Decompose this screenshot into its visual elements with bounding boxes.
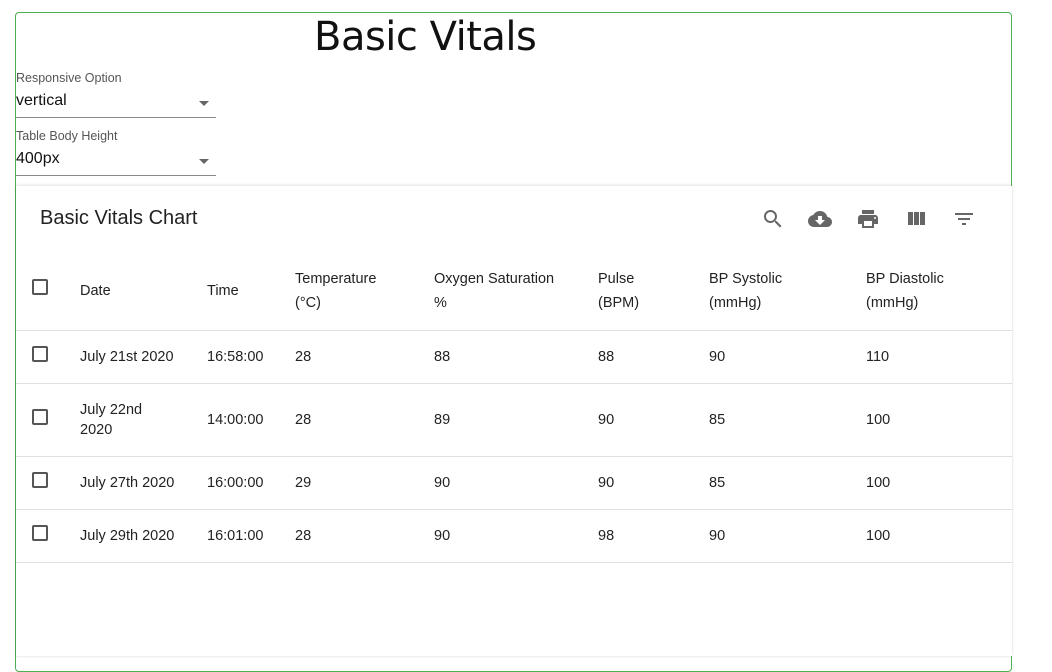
download-icon — [808, 211, 832, 227]
cell-oxygen: 90 — [434, 456, 598, 510]
print-icon — [858, 210, 878, 228]
column-header-bp-diastolic[interactable]: BP Diastolic (mmHg) — [866, 252, 1012, 331]
cell-bp-diastolic: 100 — [866, 383, 1012, 457]
table-header-row: Date Time Temperature (°C) Oxygen Saturat… — [16, 252, 1012, 331]
filter-icon — [955, 213, 973, 225]
column-header-bp-systolic[interactable]: BP Systolic (mmHg) — [709, 252, 866, 331]
cell-pulse: 88 — [598, 330, 709, 384]
vitals-table: Date Time Temperature (°C) Oxygen Saturat… — [16, 252, 1012, 563]
cell-pulse: 90 — [598, 383, 709, 457]
page-title: Basic Vitals — [314, 14, 537, 60]
cell-oxygen: 90 — [434, 509, 598, 563]
download-button[interactable] — [806, 205, 834, 233]
table-row[interactable]: July 27th 2020 16:00:00 29 90 90 85 100 — [16, 456, 1012, 510]
chevron-down-icon — [199, 101, 209, 106]
cell-pulse: 90 — [598, 456, 709, 510]
cell-temperature: 28 — [295, 509, 434, 563]
cell-date: July 21st 2020 — [80, 330, 207, 384]
print-button[interactable] — [854, 205, 882, 233]
cell-temperature: 28 — [295, 330, 434, 384]
search-icon — [764, 210, 782, 228]
responsive-option-field[interactable]: Responsive Option vertical — [16, 71, 216, 118]
table-title: Basic Vitals Chart — [40, 207, 198, 229]
column-header-temperature[interactable]: Temperature (°C) — [295, 252, 434, 331]
view-columns-button[interactable] — [902, 205, 930, 233]
table-body-height-value: 400px — [16, 150, 60, 167]
cell-temperature: 28 — [295, 383, 434, 457]
chevron-down-icon — [199, 159, 209, 164]
table-row[interactable]: July 21st 2020 16:58:00 28 88 88 90 110 — [16, 330, 1012, 384]
cell-bp-diastolic: 110 — [866, 330, 1012, 384]
cell-date: July 27th 2020 — [80, 456, 207, 510]
cell-oxygen: 88 — [434, 330, 598, 384]
cell-bp-systolic: 90 — [709, 330, 866, 384]
cell-time: 16:01:00 — [207, 509, 295, 563]
responsive-option-select[interactable]: vertical — [16, 91, 216, 118]
cell-time: 16:58:00 — [207, 330, 295, 384]
cell-bp-systolic: 85 — [709, 456, 866, 510]
filter-button[interactable] — [950, 205, 978, 233]
row-checkbox[interactable] — [32, 525, 48, 541]
cell-bp-systolic: 90 — [709, 509, 866, 563]
cell-date: July 22nd 2020 — [80, 383, 207, 457]
search-button[interactable] — [759, 205, 787, 233]
column-header-time[interactable]: Time — [207, 252, 295, 331]
cell-bp-diastolic: 100 — [866, 509, 1012, 563]
row-checkbox[interactable] — [32, 409, 48, 425]
column-header-oxygen[interactable]: Oxygen Saturation% — [434, 252, 598, 331]
table-row[interactable]: July 29th 2020 16:01:00 28 90 98 90 100 — [16, 509, 1012, 563]
cell-temperature: 29 — [295, 456, 434, 510]
row-checkbox[interactable] — [32, 472, 48, 488]
table-row[interactable]: July 22nd 2020 14:00:00 28 89 90 85 100 — [16, 383, 1012, 457]
table-body-height-field[interactable]: Table Body Height 400px — [16, 129, 216, 176]
row-checkbox[interactable] — [32, 346, 48, 362]
column-header-date[interactable]: Date — [80, 252, 207, 331]
cell-bp-diastolic: 100 — [866, 456, 1012, 510]
cell-pulse: 98 — [598, 509, 709, 563]
column-header-pulse[interactable]: Pulse (BPM) — [598, 252, 709, 331]
cell-time: 14:00:00 — [207, 383, 295, 457]
vitals-table-card: Basic Vitals Chart Date Time Temperature… — [16, 186, 1012, 656]
responsive-option-label: Responsive Option — [16, 71, 122, 85]
select-all-checkbox[interactable] — [32, 279, 48, 295]
view-columns-icon — [908, 212, 925, 225]
responsive-option-value: vertical — [16, 92, 67, 109]
table-body-height-label: Table Body Height — [16, 129, 118, 143]
cell-oxygen: 89 — [434, 383, 598, 457]
table-body-height-select[interactable]: 400px — [16, 149, 216, 176]
cell-bp-systolic: 85 — [709, 383, 866, 457]
cell-date: July 29th 2020 — [80, 509, 207, 563]
cell-time: 16:00:00 — [207, 456, 295, 510]
